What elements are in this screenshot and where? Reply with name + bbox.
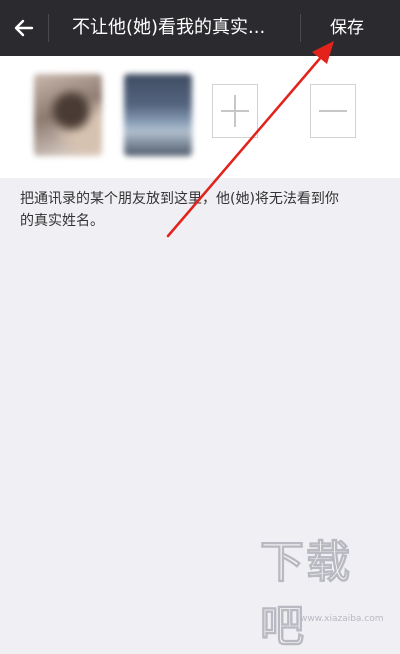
- watermark-url: www.xiazaiba.com: [300, 614, 384, 624]
- remove-member-button[interactable]: [310, 84, 356, 138]
- description-text: 把通讯录的某个朋友放到这里，他(她)将无法看到你 的真实姓名。: [20, 191, 339, 229]
- divider: [48, 14, 49, 42]
- contact-avatar[interactable]: [124, 74, 192, 156]
- add-member-button[interactable]: [212, 84, 258, 138]
- back-arrow-icon: [14, 19, 34, 37]
- watermark-logo: 下载吧: [260, 537, 352, 653]
- page-title: 不让他(她)看我的真实...: [72, 17, 266, 38]
- contact-avatar[interactable]: [34, 74, 102, 156]
- back-button[interactable]: [10, 14, 38, 42]
- divider: [300, 14, 301, 42]
- member-list: [0, 56, 400, 178]
- title-bar: 不让他(她)看我的真实... 保存: [0, 0, 400, 56]
- save-button[interactable]: 保存: [330, 14, 380, 42]
